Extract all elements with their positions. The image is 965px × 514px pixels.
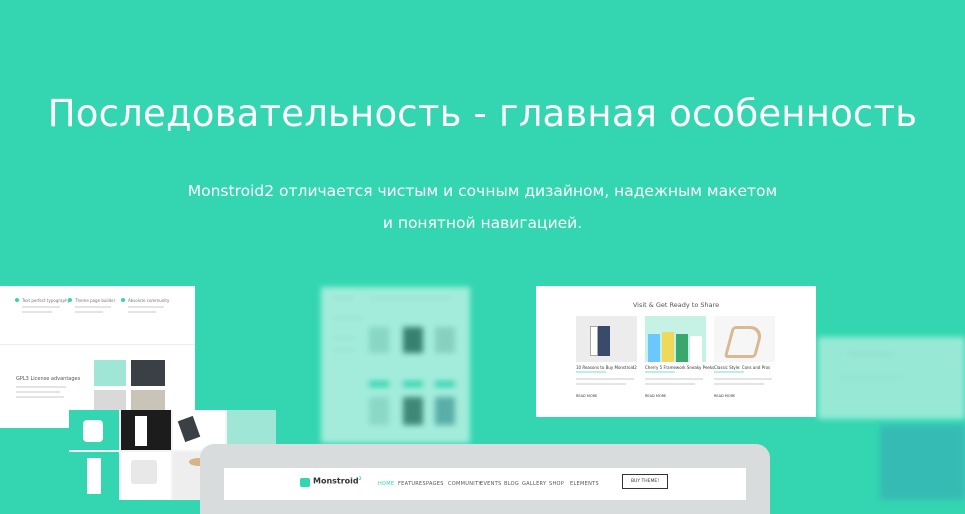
logo-sup: 2 (358, 476, 362, 481)
preview-right-card (818, 337, 965, 419)
product-image (131, 390, 165, 410)
preview-right-image (880, 425, 965, 500)
read-more-link[interactable]: READ MORE (576, 394, 597, 398)
feature-dot-icon (68, 298, 72, 302)
logo-text: Monstroid (313, 476, 359, 486)
product-image (131, 360, 165, 386)
nav-events[interactable]: EVENTS (480, 481, 502, 487)
feature-dot-icon (121, 298, 125, 302)
nav-community[interactable]: COMMUNITY (448, 481, 482, 487)
preview-shop-card (321, 287, 470, 443)
feature-label: Text perfect typography (22, 298, 70, 303)
feature-dot-icon (15, 298, 19, 302)
preview-share-card: Visit & Get Ready to Share 10 Reasons to… (536, 286, 816, 417)
buy-theme-button[interactable]: BUY THEME! (622, 474, 668, 489)
read-more-link[interactable]: READ MORE (645, 394, 666, 398)
site-logo[interactable]: Monstroid2 (313, 476, 361, 486)
post-title[interactable]: Classic Style: Cons and Pros (714, 365, 770, 370)
read-more-link[interactable]: READ MORE (714, 394, 735, 398)
nav-features[interactable]: FEATURES (398, 481, 426, 487)
cup-image (83, 420, 103, 442)
feature-label: Absolute community (128, 298, 170, 303)
nav-blog[interactable]: BLOG (504, 481, 519, 487)
feature-label: Theme page builder (75, 298, 116, 303)
product-image (94, 360, 126, 386)
hero-subtitle: Monstroid2 отличается чистым и сочным ди… (0, 175, 965, 239)
post-title[interactable]: 10 Reasons to Buy Monstroid2 (576, 365, 637, 370)
grid-image (135, 416, 147, 446)
nav-home[interactable]: HOME (378, 481, 394, 487)
hero-title: Последовательность - главная особенность (47, 92, 918, 135)
nav-elements[interactable]: ELEMENTS (570, 481, 599, 487)
post-title[interactable]: Cherry 5 Framework Sneaky Peeks (645, 365, 714, 370)
share-card-title: Visit & Get Ready to Share (632, 301, 720, 309)
nav-gallery[interactable]: GALLERY (522, 481, 546, 487)
preview-card-features: Text perfect typography Theme page build… (0, 286, 195, 428)
nav-pages[interactable]: PAGES (426, 481, 444, 487)
license-heading: GPL3 License advantages (16, 376, 81, 382)
hero-subtitle-line2: и понятной навигацией. (382, 214, 583, 232)
product-image (94, 390, 126, 410)
nav-shop[interactable]: SHOP (549, 481, 564, 487)
logo-icon (300, 478, 310, 487)
hero-subtitle-line1: Monstroid2 отличается чистым и сочным ди… (187, 182, 778, 200)
